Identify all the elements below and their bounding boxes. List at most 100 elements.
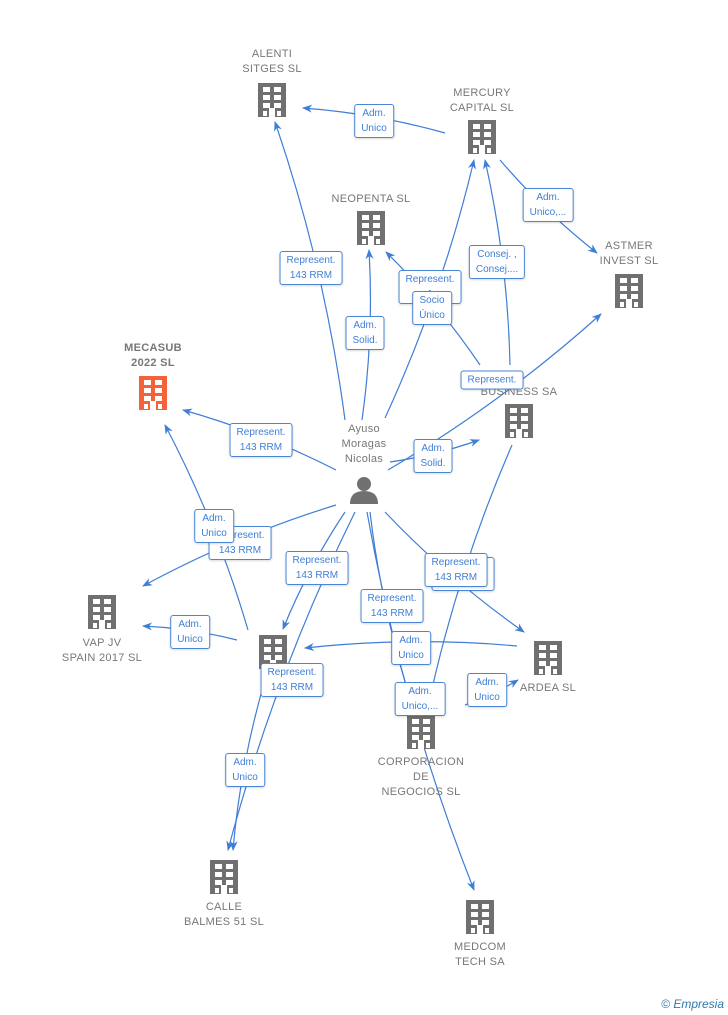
relation-label-line: Unico — [398, 650, 424, 661]
node-label-medcom[interactable]: MEDCOM TECH SA — [454, 940, 506, 970]
node-label-person[interactable]: Ayuso Moragas Nicolas — [342, 422, 387, 467]
building-icon[interactable] — [505, 404, 533, 438]
relation-label-line: Represent. — [267, 667, 317, 678]
node-label-line: VAP JV — [82, 637, 122, 649]
relation-label-line: Represent. — [405, 274, 455, 285]
relation-label[interactable]: Represent. 143 RRM — [229, 423, 293, 457]
relation-label-line: Unico,... — [529, 207, 567, 218]
relation-label[interactable]: Adm. Solid. — [413, 439, 453, 473]
brand-logo: © Empresia — [661, 997, 724, 1011]
relation-label-line: Único — [419, 310, 445, 321]
node-label-mercury[interactable]: MERCURY CAPITAL SL — [450, 86, 514, 116]
node-label-line: DE — [413, 771, 429, 783]
building-icon[interactable] — [258, 83, 286, 117]
node-label-line: ARDEA SL — [519, 682, 577, 694]
relation-label-line: Adm. — [475, 677, 499, 688]
relation-label[interactable]: Adm. Unico,... — [522, 188, 574, 222]
relation-label[interactable]: Adm. Unico — [225, 753, 265, 787]
building-icon[interactable] — [407, 715, 435, 749]
relation-label-line: Unico — [201, 528, 227, 539]
relation-label-line: Represent. — [236, 427, 286, 438]
relation-label[interactable]: Represent. — [460, 370, 524, 390]
relation-label-line: Adm. — [408, 686, 432, 697]
node-label-line: Nicolas — [344, 453, 384, 465]
relation-label-line: Unico — [361, 123, 387, 134]
node-label-ardea[interactable]: ARDEA SL — [520, 681, 576, 696]
node-label-line: 2022 SL — [131, 357, 175, 369]
relation-label-line: 143 RRM — [218, 545, 262, 556]
node-label-line: CAPITAL SL — [449, 102, 515, 114]
brand-name: Empresia — [673, 997, 724, 1011]
relation-label-line: 143 RRM — [270, 682, 314, 693]
relation-label-line: Adm. — [399, 635, 423, 646]
node-label-line: Moragas — [341, 438, 387, 450]
relation-label[interactable]: Adm. Unico — [467, 673, 507, 707]
relation-label[interactable]: Represent. 143 RRM — [285, 551, 349, 585]
relation-label-line: Socio — [419, 295, 445, 306]
node-label-line: ALENTI — [251, 48, 293, 60]
relation-label[interactable]: Adm. Unico — [170, 615, 210, 649]
node-label-line: MECASUB — [124, 342, 182, 354]
relation-label-line: Represent. — [292, 555, 342, 566]
relation-label-line: 143 RRM — [370, 608, 414, 619]
relation-label-line: 143 RRM — [289, 270, 333, 281]
node-label-line: MEDCOM — [454, 941, 506, 953]
node-label-line: INVEST SL — [599, 255, 659, 267]
node-label-vap[interactable]: VAP JV SPAIN 2017 SL — [62, 636, 142, 666]
building-icon[interactable] — [357, 211, 385, 245]
building-icon[interactable] — [615, 274, 643, 308]
relation-label-line: Solid. — [352, 335, 378, 346]
node-label-line: CORPORACION — [377, 756, 465, 768]
node-label-corporacion[interactable]: CORPORACION DE NEGOCIOS SL — [378, 755, 464, 800]
node-label-calle[interactable]: CALLE BALMES 51 SL — [184, 900, 264, 930]
relation-label[interactable]: Socio Único — [412, 291, 452, 325]
person-icon[interactable] — [350, 477, 378, 504]
relation-label[interactable]: Adm. Unico,... — [394, 682, 446, 716]
node-label-line: Ayuso — [348, 423, 380, 435]
relation-label-line: Adm. — [421, 443, 445, 454]
relation-label-line: Represent. — [367, 593, 417, 604]
relation-label[interactable]: Represent. 143 RRM — [360, 589, 424, 623]
relation-label[interactable]: Consej. , Consej.... — [468, 245, 526, 279]
node-label-astmer[interactable]: ASTMER INVEST SL — [600, 239, 659, 269]
node-label-line: NEOPENTA SL — [331, 193, 411, 205]
relation-label-line: Unico — [177, 634, 203, 645]
relation-label-line: Unico — [474, 692, 500, 703]
relation-label-line: Adm. — [353, 320, 377, 331]
node-label-mecasub[interactable]: MECASUB 2022 SL — [124, 341, 182, 371]
building-icon[interactable] — [88, 595, 116, 629]
relation-label[interactable]: Represent. 143 RRM — [279, 251, 343, 285]
relation-label[interactable]: Represent. 143 RRM — [260, 663, 324, 697]
node-label-line: SITGES SL — [242, 63, 302, 75]
relation-label-line: Adm. — [536, 192, 560, 203]
relation-label-line: 143 RRM — [295, 570, 339, 581]
relation-label[interactable]: Adm. Solid. — [345, 316, 385, 350]
relation-label[interactable]: Adm. Unico — [391, 631, 431, 665]
node-label-line: ASTMER — [605, 240, 653, 252]
relation-label[interactable]: Represent. 143 RRM — [424, 553, 488, 587]
node-label-line: NEGOCIOS SL — [381, 786, 461, 798]
relation-label-line: Represent. — [431, 557, 481, 568]
node-label-alenti[interactable]: ALENTI SITGES SL — [242, 47, 302, 77]
node-label-line: MERCURY — [453, 87, 511, 99]
relation-label-line: Adm. — [178, 619, 202, 630]
building-icon[interactable] — [139, 376, 167, 410]
relation-label-line: Unico — [232, 772, 258, 783]
node-label-line: SPAIN 2017 SL — [61, 652, 143, 664]
node-label-neopenta[interactable]: NEOPENTA SL — [332, 192, 411, 207]
copyright-symbol: © — [661, 997, 670, 1011]
node-label-line: CALLE — [205, 901, 243, 913]
relation-label-line: 143 RRM — [239, 442, 283, 453]
building-icon[interactable] — [210, 860, 238, 894]
relation-label-line: Adm. — [233, 757, 257, 768]
relation-label-line: Consej. , — [477, 249, 517, 260]
building-icon[interactable] — [468, 120, 496, 154]
building-icon[interactable] — [534, 641, 562, 675]
building-icon[interactable] — [466, 900, 494, 934]
relation-label-line: Adm. — [362, 108, 386, 119]
relation-label[interactable]: Adm. Unico — [354, 104, 394, 138]
relation-label[interactable]: Adm. Unico — [194, 509, 234, 543]
network-diagram: ALENTI SITGES SL Represent. 143 RRM MERCURY C… — [0, 0, 728, 1015]
node-label-line: BALMES 51 SL — [183, 916, 265, 928]
relation-label-line: Consej.... — [475, 264, 519, 275]
